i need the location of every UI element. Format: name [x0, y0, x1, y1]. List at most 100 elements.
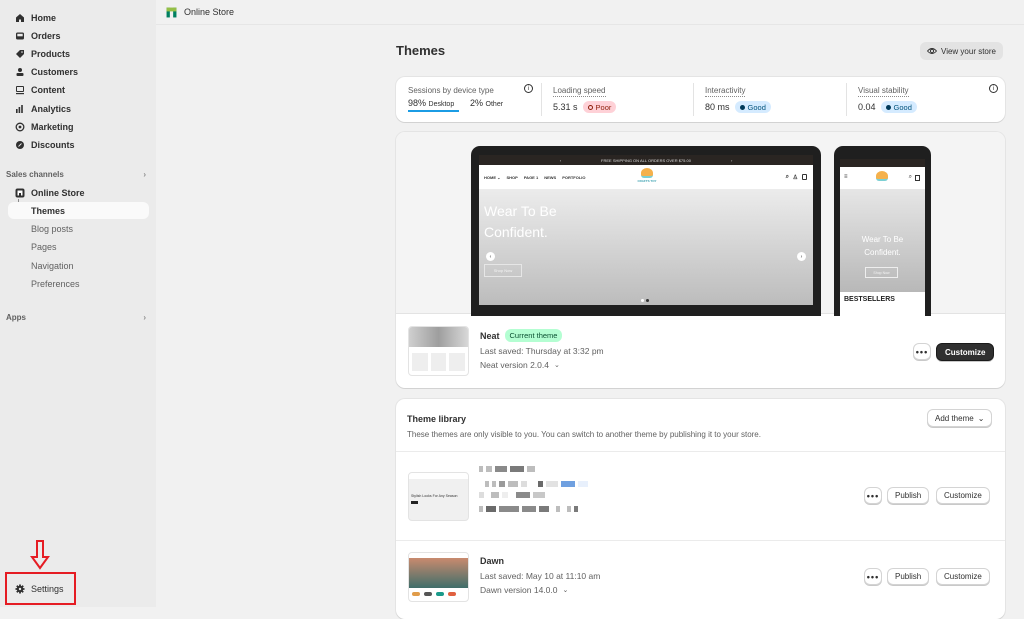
chevron-down-icon: ⌄ [553, 362, 560, 369]
more-actions-button[interactable]: ••• [864, 568, 882, 585]
sidebar-item-online-store[interactable]: Online Store [8, 184, 149, 201]
metric-label: Sessions by device type [408, 86, 494, 95]
top-bar: Online Store [156, 0, 1024, 25]
theme-thumbnail[interactable] [408, 552, 469, 602]
badge-label: Good [747, 102, 766, 112]
good-dot-icon [739, 104, 745, 110]
sales-channels-label: Sales channels [6, 170, 64, 179]
add-theme-button[interactable]: Add theme ⌄ [927, 409, 993, 427]
other-share: 2% Other [470, 98, 503, 112]
interactivity-value: 80 ms [705, 102, 730, 112]
publish-button[interactable]: Publish [887, 487, 930, 504]
metric-label[interactable]: Loading speed [553, 86, 606, 97]
next-announcement-icon: › [730, 157, 733, 163]
metric-loading-speed: Loading speed 5.31 s Poor [541, 77, 693, 122]
metric-label[interactable]: Interactivity [705, 86, 746, 97]
mobile-logo-icon [876, 171, 888, 181]
metrics-card: Sessions by device type 98% Desktop 2% O… [396, 77, 1005, 122]
sidebar-item-label: Discounts [31, 139, 75, 150]
online-store-icon [14, 187, 25, 198]
sidebar-item-label: Analytics [31, 103, 72, 114]
sidebar-item-label: Online Store [31, 187, 85, 198]
view-store-button[interactable]: View your store [920, 42, 1003, 60]
sidebar-item-settings[interactable]: Settings [8, 580, 68, 597]
store-nav-item: NEWS [544, 174, 557, 180]
sidebar-item-label: Home [31, 12, 57, 23]
desktop-preview[interactable]: ‹ FREE SHIPPING ON ALL ORDERS OVER $75.00… [471, 146, 821, 316]
theme-name: Dawn [480, 556, 505, 566]
prev-announcement-icon: ‹ [559, 157, 562, 163]
page-title: Themes [396, 43, 446, 58]
current-theme-card: ‹ FREE SHIPPING ON ALL ORDERS OVER $75.00… [396, 132, 1005, 388]
sidebar-item-label: Orders [31, 30, 61, 41]
mobile-hero-line-1: Wear To Be [861, 235, 904, 244]
theme-version: Neat version 2.0.4 [480, 360, 549, 370]
sidebar-item-navigation[interactable]: Navigation [8, 257, 149, 274]
sidebar-item-home[interactable]: Home [8, 9, 149, 26]
customize-button[interactable]: Customize [936, 487, 990, 504]
sales-channels-header[interactable]: Sales channels › [6, 170, 146, 179]
sidebar-item-products[interactable]: Products [8, 45, 149, 62]
info-icon[interactable]: i [524, 84, 533, 93]
chevron-down-icon: ⌄ [562, 587, 569, 594]
sidebar-item-discounts[interactable]: Discounts [8, 136, 149, 153]
theme-version: Dawn version 14.0.0 [480, 585, 558, 595]
mobile-preview[interactable]: ≡ ⌕ Wear To Be Confident. Shop Now BESTS… [834, 146, 931, 316]
sidebar-item-themes[interactable]: Themes [8, 202, 149, 219]
hero-pagination [641, 299, 649, 302]
customize-button[interactable]: Customize [936, 568, 990, 585]
info-icon[interactable]: i [989, 84, 998, 93]
current-theme-badge: Current theme [504, 329, 563, 342]
version-toggle[interactable]: Dawn version 14.0.0 ⌄ [480, 585, 600, 595]
sidebar-item-marketing[interactable]: Marketing [8, 118, 149, 135]
metric-label[interactable]: Visual stability [858, 86, 909, 97]
hero-line-2: Confident. [484, 224, 548, 240]
apps-label: Apps [6, 313, 26, 322]
chevron-right-icon: › [143, 170, 146, 179]
last-saved: Last saved: May 10 at 11:10 am [480, 571, 601, 581]
theme-name: Neat [480, 330, 500, 341]
other-label: Other [485, 101, 504, 108]
sidebar-item-label: Customers [31, 66, 79, 77]
store-cart-icon [802, 174, 807, 180]
sidebar-item-analytics[interactable]: Analytics [8, 100, 149, 117]
online-store-logo-icon [166, 7, 177, 18]
sidebar-item-blog-posts[interactable]: Blog posts [8, 220, 149, 237]
desktop-share: 98% Desktop [408, 98, 459, 112]
sidebar-item-label: Marketing [31, 121, 74, 132]
sidebar: Home Orders Products Customers Content A… [0, 0, 156, 607]
mobile-header: ≡ ⌕ [840, 167, 925, 189]
announcement-text: FREE SHIPPING ON ALL ORDERS OVER $75.00 [601, 157, 691, 163]
more-actions-button[interactable]: ••• [913, 343, 931, 360]
metric-sessions: Sessions by device type 98% Desktop 2% O… [396, 77, 541, 122]
content-icon [14, 84, 25, 95]
logo-text: CRAFTS TOY [637, 179, 657, 183]
mobile-bestsellers: BESTSELLERS [840, 292, 925, 316]
hero-next-icon: › [797, 252, 806, 261]
sidebar-item-orders[interactable]: Orders [8, 27, 149, 44]
current-theme-thumbnail[interactable] [408, 326, 469, 376]
more-actions-button[interactable]: ••• [864, 487, 882, 504]
sidebar-item-pages[interactable]: Pages [8, 238, 149, 255]
sidebar-item-label: Content [31, 84, 65, 95]
mobile-cart-icon [915, 175, 920, 181]
theme-thumbnail[interactable]: Stylish Looks For Any Season [408, 472, 469, 521]
apps-header[interactable]: Apps › [6, 313, 146, 322]
library-title: Theme library [407, 414, 467, 424]
mobile-shop-now-button: Shop Now [865, 267, 898, 278]
annotation-arrow-icon [30, 540, 50, 570]
sidebar-item-preferences[interactable]: Preferences [8, 275, 149, 292]
badge-label: Good [893, 102, 912, 112]
customize-button[interactable]: Customize [936, 343, 995, 361]
store-logo: CRAFTS TOY [637, 168, 657, 186]
version-toggle[interactable]: Neat version 2.0.4 ⌄ [480, 360, 604, 370]
theme-library-card: Theme library These themes are only visi… [396, 399, 1005, 619]
current-theme-info: Neat Current theme Last saved: Thursday … [480, 329, 604, 370]
chevron-down-icon: ⌄ [977, 413, 985, 423]
sidebar-item-customers[interactable]: Customers [8, 63, 149, 80]
sidebar-item-content[interactable]: Content [8, 81, 149, 98]
publish-button[interactable]: Publish [887, 568, 930, 585]
sidebar-item-label: Products [31, 48, 71, 59]
metric-value: 98% Desktop 2% Other [408, 98, 529, 112]
store-search-icon: ⌕ [785, 173, 789, 180]
